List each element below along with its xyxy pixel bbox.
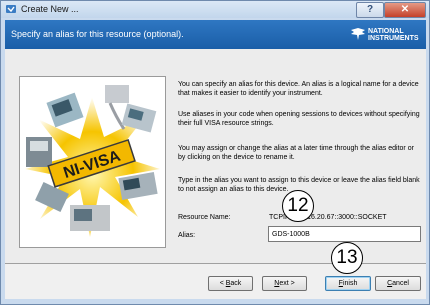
national-instruments-logo: NATIONAL INSTRUMENTS: [350, 27, 422, 43]
title-bar: Create New ... ? ✕: [1, 1, 429, 18]
wizard-content: Specify an alias for this resource (opti…: [5, 20, 426, 299]
logo-text: NATIONAL INSTRUMENTS: [368, 28, 419, 42]
callout-12: 12: [282, 190, 314, 222]
cancel-button[interactable]: Cancel: [375, 276, 421, 291]
finish-button[interactable]: Finish: [325, 276, 371, 291]
info-paragraph-3: You may assign or change the alias at a …: [178, 145, 414, 161]
device-photo-6: [70, 205, 110, 231]
back-button[interactable]: < Back: [208, 276, 253, 291]
eagle-icon: [351, 28, 365, 40]
close-button[interactable]: ✕: [384, 2, 426, 18]
dialog-window: Create New ... ? ✕ Specify an alias for …: [0, 0, 430, 305]
info-paragraph-2: Use aliases in your code when opening se…: [178, 111, 420, 127]
ni-max-app-icon: [6, 5, 16, 13]
wizard-subtitle: Specify an alias for this resource (opti…: [11, 29, 184, 39]
ni-visa-illustration: NI-VISA: [19, 76, 166, 248]
resource-name-label: Resource Name:: [178, 214, 231, 221]
wizard-panel: NI-VISA You can specify an alias for thi…: [5, 49, 426, 264]
callout-13: 13: [331, 242, 363, 274]
device-photo-4: [26, 137, 52, 167]
next-button[interactable]: Next >: [262, 276, 307, 291]
help-button[interactable]: ?: [356, 2, 384, 18]
alias-label: Alias:: [178, 232, 196, 239]
window-title: Create New ...: [21, 4, 79, 14]
alias-input[interactable]: [268, 226, 421, 242]
info-paragraph-1: You can specify an alias for this device…: [178, 81, 419, 97]
wizard-header: Specify an alias for this resource (opti…: [5, 20, 426, 49]
